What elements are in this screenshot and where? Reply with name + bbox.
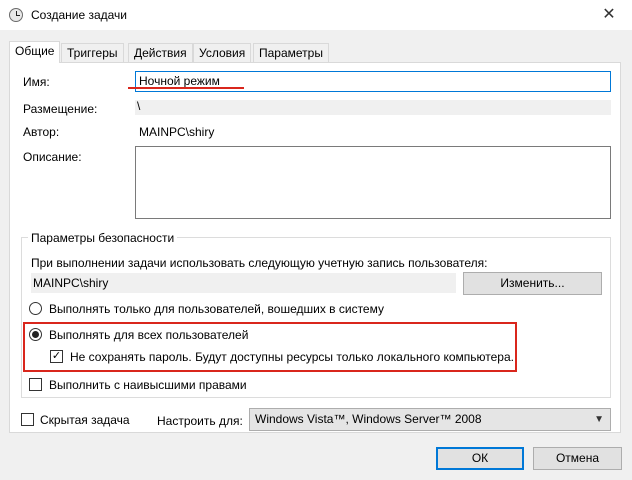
hidden-task-checkbox[interactable] — [21, 413, 34, 426]
name-label: Имя: — [23, 75, 50, 89]
tab-general[interactable]: Общие — [9, 41, 61, 63]
title-bar: Создание задачи ✕ — [0, 0, 632, 30]
location-field — [135, 100, 611, 115]
author-label: Автор: — [23, 125, 60, 139]
configure-select[interactable]: Windows Vista™, Windows Server™ 2008 ▼ — [249, 408, 611, 431]
radio-all-users-label: Выполнять для всех пользователей — [49, 328, 249, 342]
radio-logged-on[interactable] — [29, 302, 42, 315]
checkmark-icon: ✓ — [51, 350, 62, 362]
description-label: Описание: — [23, 150, 82, 164]
location-label: Размещение: — [23, 102, 98, 116]
tab-settings[interactable]: Параметры — [253, 43, 329, 62]
highest-privileges-checkbox[interactable] — [29, 378, 42, 391]
no-password-checkbox[interactable]: ✓ — [50, 350, 63, 363]
hidden-task-label: Скрытая задача — [40, 413, 130, 427]
change-user-button[interactable]: Изменить... — [463, 272, 602, 295]
close-button[interactable]: ✕ — [586, 0, 632, 30]
cancel-button[interactable]: Отмена — [533, 447, 622, 470]
ok-button[interactable]: ОК — [436, 447, 524, 470]
configure-label: Настроить для: — [157, 414, 243, 428]
tab-triggers[interactable]: Триггеры — [61, 43, 124, 62]
run-as-text: При выполнении задачи использовать следу… — [31, 256, 488, 270]
radio-all-users[interactable] — [29, 328, 42, 341]
window-title: Создание задачи — [31, 8, 127, 22]
no-password-label: Не сохранять пароль. Будут доступны ресу… — [70, 350, 514, 364]
author-value: MAINPC\shiry — [139, 125, 215, 139]
tab-actions[interactable]: Действия — [128, 43, 193, 62]
clock-icon — [9, 8, 23, 22]
chevron-down-icon: ▼ — [594, 414, 604, 425]
highlight-underline — [128, 87, 244, 89]
configure-value: Windows Vista™, Windows Server™ 2008 — [255, 412, 482, 426]
tab-conditions[interactable]: Условия — [193, 43, 252, 62]
description-textarea[interactable] — [135, 146, 611, 219]
account-value: MAINPC\shiry — [33, 276, 109, 290]
security-legend: Параметры безопасности — [28, 231, 178, 245]
radio-logged-on-label: Выполнять только для пользователей, воше… — [49, 302, 384, 316]
highest-privileges-label: Выполнить с наивысшими правами — [49, 378, 247, 392]
location-value: \ — [137, 99, 141, 113]
